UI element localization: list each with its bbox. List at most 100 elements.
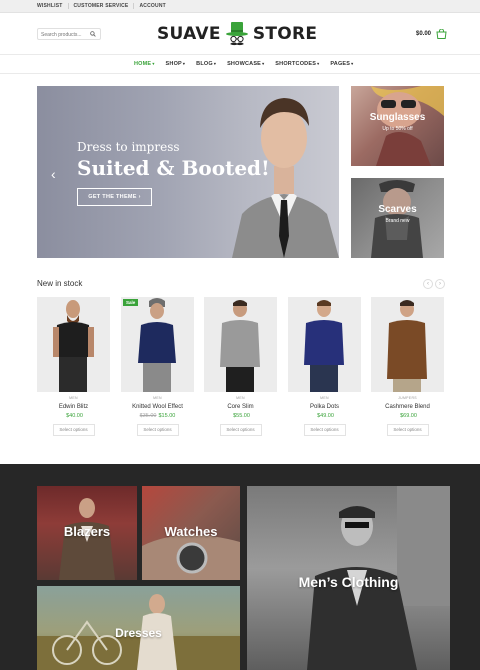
product-price: $55.00 (204, 413, 277, 419)
product-image[interactable] (288, 297, 361, 392)
select-options-button[interactable]: Select options (219, 424, 262, 436)
product-image[interactable] (37, 297, 110, 392)
product-image[interactable] (371, 297, 444, 392)
model-image (304, 300, 344, 392)
model-image (387, 300, 427, 392)
product-name[interactable]: Edwin Blitz (37, 404, 110, 410)
nav-item-showcase[interactable]: SHOWCASE▾ (227, 61, 264, 67)
product-current-price: $15.00 (158, 413, 176, 419)
product-image[interactable]: Sale (121, 297, 194, 392)
promo-sunglasses-subtitle: Up to 50% off (382, 126, 413, 132)
select-options-button[interactable]: Select options (386, 424, 429, 436)
nav-item-shop[interactable]: SHOP▾ (166, 61, 186, 67)
product-current-price: $55.00 (233, 413, 250, 419)
nav-item-shortcodes[interactable]: SHORTCODES▾ (275, 61, 319, 67)
category-tile-watches[interactable]: Watches (142, 486, 240, 580)
product-card[interactable]: MEN Core Slim $55.00 Select options (204, 297, 277, 436)
product-category: MEN (69, 396, 78, 400)
nav-item-home[interactable]: HOME▾ (134, 61, 155, 67)
chevron-down-icon: ▾ (182, 61, 186, 66)
logo-word-left: SUAVE (157, 24, 221, 44)
chevron-down-icon: ▾ (213, 61, 217, 66)
cart-total: $0.00 (416, 31, 432, 37)
customer-service-link[interactable]: CUSTOMER SERVICE (69, 3, 135, 9)
category-label: Blazers (63, 524, 111, 539)
promo-scarves-title: Scarves (378, 204, 417, 215)
top-bar: WISHLIST CUSTOMER SERVICE ACCOUNT (0, 0, 480, 13)
product-category: MEN (320, 396, 329, 400)
category-tile-mens-clothing[interactable]: Men’s Clothing (247, 486, 450, 670)
nav-label: SHOWCASE (227, 61, 262, 67)
product-name[interactable]: Cashmere Blend (371, 404, 444, 410)
top-links: WISHLIST CUSTOMER SERVICE ACCOUNT (37, 3, 171, 9)
hero-subtitle: Dress to impress (77, 140, 180, 154)
nav-label: PAGES (330, 61, 351, 67)
nav-label: BLOG (196, 61, 213, 67)
category-label: Men’s Clothing (298, 574, 399, 590)
product-price: $40.00 (37, 413, 110, 419)
chevron-down-icon: ▾ (152, 61, 155, 66)
product-current-price: $69.00 (400, 413, 417, 419)
select-options-button[interactable]: Select options (303, 424, 346, 436)
category-label: Watches (164, 524, 218, 539)
carousel-nav: ‹ › (421, 279, 445, 289)
promo-scarves-subtitle: Brand new (385, 218, 410, 224)
main-navigation: HOME▾ SHOP▾ BLOG▾ SHOWCASE▾ SHORTCODES▾ … (0, 54, 480, 74)
product-name[interactable]: Knitted Wool Effect (121, 404, 194, 410)
site-logo[interactable]: SUAVE STORE (157, 20, 325, 48)
product-name[interactable]: Polka Dots (288, 404, 361, 410)
product-category: JUMPERS (398, 396, 417, 400)
model-image (138, 298, 176, 392)
product-current-price: $40.00 (66, 413, 83, 419)
nav-item-pages[interactable]: PAGES▾ (330, 61, 353, 67)
product-card[interactable]: MEN Polka Dots $49.00 Select options (288, 297, 361, 436)
cart[interactable]: $0.00 (416, 29, 447, 39)
select-options-button[interactable]: Select options (136, 424, 179, 436)
chevron-down-icon: ▾ (317, 61, 320, 66)
product-card[interactable]: JUMPERS Cashmere Blend $69.00 Select opt… (371, 297, 444, 436)
model-image (53, 300, 94, 392)
chevron-right-icon: › (138, 194, 141, 200)
product-old-price: $35.00 (139, 413, 157, 419)
select-options-button[interactable]: Select options (52, 424, 95, 436)
carousel-next-icon[interactable]: › (435, 279, 445, 289)
nav-label: SHOP (165, 61, 182, 67)
hero-slider[interactable]: ‹ Dress to impress Suited & Booted! GET … (37, 86, 339, 258)
account-link[interactable]: ACCOUNT (134, 3, 170, 9)
product-current-price: $49.00 (317, 413, 334, 419)
nav-label: SHORTCODES (275, 61, 317, 67)
get-theme-button[interactable]: GET THE THEME › (77, 188, 152, 206)
category-label: Dresses (115, 626, 162, 640)
product-image[interactable] (204, 297, 277, 392)
search-box (37, 28, 101, 40)
product-card[interactable]: Sale MEN Knitted Wool Effect $35.00 $15.0… (121, 297, 194, 436)
search-icon[interactable] (90, 31, 96, 37)
product-category: MEN (153, 396, 162, 400)
top-hat-mustache-icon (225, 22, 248, 46)
category-tile-blazers[interactable]: Blazers (37, 486, 137, 580)
logo-word-right: STORE (252, 24, 318, 44)
promo-scarves[interactable]: Scarves Brand new (351, 178, 444, 258)
chevron-left-icon[interactable]: ‹ (51, 166, 56, 182)
carousel-prev-icon[interactable]: ‹ (423, 279, 433, 289)
sale-badge: Sale (123, 299, 139, 306)
shopping-bag-icon[interactable] (436, 29, 447, 39)
product-price: $49.00 (288, 413, 361, 419)
chevron-down-icon: ▾ (351, 61, 354, 66)
promo-sunglasses[interactable]: Sunglasses Up to 50% off (351, 86, 444, 166)
wishlist-link[interactable]: WISHLIST (37, 3, 69, 9)
product-price: $35.00 $15.00 (121, 413, 194, 419)
nav-label: HOME (134, 61, 152, 67)
product-card[interactable]: MEN Edwin Blitz $40.00 Select options (37, 297, 110, 436)
nav-item-blog[interactable]: BLOG▾ (196, 61, 216, 67)
search-input[interactable] (41, 30, 89, 39)
button-label: GET THE THEME (88, 194, 137, 200)
product-price: $69.00 (371, 413, 444, 419)
chevron-down-icon: ▾ (262, 61, 265, 66)
product-name[interactable]: Core Slim (204, 404, 277, 410)
promo-sunglasses-title: Sunglasses (369, 112, 426, 123)
category-tile-dresses[interactable]: Dresses (37, 586, 240, 670)
hero-title: Suited & Booted! (77, 156, 270, 180)
product-category: MEN (236, 396, 245, 400)
new-in-stock-title: New in stock (37, 279, 83, 288)
